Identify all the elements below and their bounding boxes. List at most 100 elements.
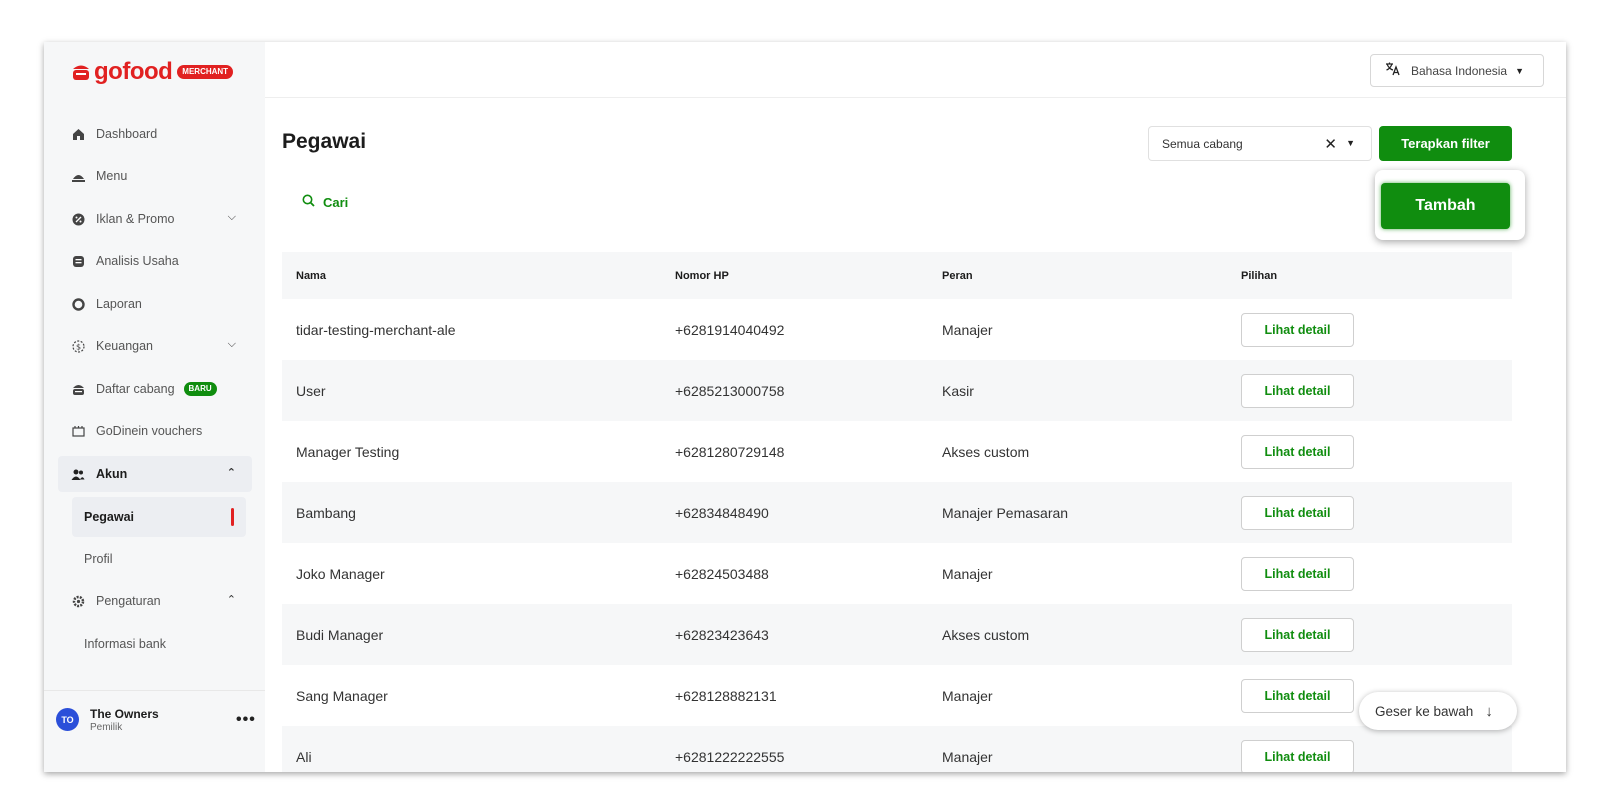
sidebar-item-laporan[interactable]: Laporan [58, 286, 252, 322]
sidebar-item-label: Akun [96, 467, 128, 481]
language-label: Bahasa Indonesia [1411, 63, 1508, 78]
branch-filter-value: Semua cabang [1162, 136, 1243, 151]
employee-name: Ali [296, 748, 312, 765]
sidebar-item-analisis-usaha[interactable]: Analisis Usaha [58, 243, 252, 279]
employee-role: Manajer [942, 321, 993, 338]
gofood-logo[interactable]: gofood MERCHANT [71, 58, 234, 85]
gear-icon [71, 594, 85, 608]
caret-down-icon[interactable]: ▼ [1346, 138, 1355, 148]
view-detail-button[interactable]: Lihat detail [1241, 495, 1354, 530]
search-label: Cari [323, 194, 349, 210]
employee-phone: +6281222222555 [675, 748, 785, 765]
table-row: Sang Manager +628128882131 Manajer Lihat… [282, 665, 1512, 726]
sidebar-subitem-label: Informasi bank [84, 637, 166, 651]
sidebar-item-menu[interactable]: Menu [58, 158, 252, 194]
search-button[interactable]: Cari [302, 194, 348, 210]
employee-name: Joko Manager [296, 565, 385, 582]
sidebar-subitem-profil[interactable]: Profil [72, 539, 246, 579]
view-detail-button[interactable]: Lihat detail [1241, 617, 1354, 652]
brand-name: gofood [94, 58, 173, 85]
more-options-icon[interactable]: ••• [236, 711, 256, 729]
analytics-icon [71, 254, 85, 268]
apply-filter-button[interactable]: Terapkan filter [1379, 126, 1512, 161]
chevron-down-icon: ⌵ [227, 338, 236, 350]
chevron-up-icon: ⌃ [226, 467, 236, 479]
view-detail-button[interactable]: Lihat detail [1241, 434, 1354, 469]
employee-role: Akses custom [942, 626, 1030, 643]
report-icon [71, 297, 85, 311]
table-header: Nama Nomor HP Peran Pilihan [282, 252, 1512, 299]
column-header-peran: Peran [942, 269, 973, 282]
employee-name: Manager Testing [296, 443, 400, 460]
avatar: TO [56, 708, 79, 731]
employee-name: User [296, 382, 326, 399]
table-row: Joko Manager +62824503488 Manajer Lihat … [282, 543, 1512, 604]
table-row: Bambang +62834848490 Manajer Pemasaran L… [282, 482, 1512, 543]
sidebar-item-pengaturan[interactable]: Pengaturan ⌃ [58, 583, 252, 619]
view-detail-button[interactable]: Lihat detail [1241, 556, 1354, 591]
gofood-logo-icon [71, 62, 91, 82]
employee-role: Manajer Pemasaran [942, 504, 1069, 521]
employee-name: tidar-testing-merchant-ale [296, 321, 456, 338]
search-icon [302, 194, 315, 210]
users-icon [71, 467, 85, 481]
table-row: Budi Manager +62823423643 Akses custom L… [282, 604, 1512, 665]
chevron-up-icon: ⌃ [226, 594, 236, 606]
table-row: Ali +6281222222555 Manajer Lihat detail [282, 726, 1512, 772]
sidebar-subitem-pegawai[interactable]: Pegawai [72, 497, 246, 537]
sidebar-item-label: Laporan [96, 297, 142, 311]
language-selector[interactable]: Bahasa Indonesia ▼ [1370, 54, 1544, 87]
sidebar-item-daftar-cabang[interactable]: Daftar cabang BARU [58, 371, 252, 407]
sidebar-item-label: GoDinein vouchers [96, 424, 203, 438]
column-header-nama: Nama [296, 269, 326, 282]
employee-name: Sang Manager [296, 687, 388, 704]
translate-icon [1385, 62, 1401, 79]
view-detail-button[interactable]: Lihat detail [1241, 739, 1354, 772]
caret-down-icon: ▼ [1515, 65, 1524, 76]
employee-phone: +62823423643 [675, 626, 769, 643]
view-detail-button[interactable]: Lihat detail [1241, 373, 1354, 408]
view-detail-button[interactable]: Lihat detail [1241, 678, 1354, 713]
sidebar-item-label: Pengaturan [96, 594, 161, 608]
active-indicator [231, 508, 234, 526]
svg-text:$: $ [75, 342, 80, 351]
employee-phone: +6281280729148 [675, 443, 785, 460]
sidebar-item-akun[interactable]: Akun ⌃ [58, 456, 252, 492]
employee-phone: +6285213000758 [675, 382, 785, 399]
sidebar-item-label: Iklan & Promo [96, 212, 175, 226]
scroll-down-button[interactable]: Geser ke bawah ↓ [1359, 692, 1517, 730]
app-window: gofood MERCHANT Dashboard Menu Iklan & P… [44, 42, 1566, 772]
account-switcher[interactable]: TO The Owners Pemilik ••• [44, 690, 265, 772]
arrow-down-icon: ↓ [1485, 702, 1493, 720]
merchant-badge: MERCHANT [177, 65, 234, 79]
employee-table: Nama Nomor HP Peran Pilihan tidar-testin… [282, 252, 1512, 772]
sidebar-item-label: Daftar cabang [96, 382, 175, 396]
dish-icon [71, 169, 85, 183]
employee-phone: +62824503488 [675, 565, 769, 582]
view-detail-button[interactable]: Lihat detail [1241, 312, 1354, 347]
sidebar-subitem-informasi-bank[interactable]: Informasi bank [72, 624, 246, 664]
sidebar-item-label: Analisis Usaha [96, 254, 179, 268]
employee-role: Akses custom [942, 443, 1030, 460]
sidebar-item-godinein-vouchers[interactable]: GoDinein vouchers [58, 413, 252, 449]
sidebar-item-keuangan[interactable]: $ Keuangan ⌵ [58, 328, 252, 364]
sidebar-subitem-label: Pegawai [84, 510, 135, 524]
add-employee-button[interactable]: Tambah [1381, 183, 1510, 229]
employee-role: Manajer [942, 687, 993, 704]
scroll-hint-label: Geser ke bawah [1375, 703, 1474, 719]
employee-phone: +628128882131 [675, 687, 777, 704]
owner-role: Pemilik [90, 722, 123, 733]
sidebar-item-dashboard[interactable]: Dashboard [58, 116, 252, 152]
clear-icon[interactable]: ✕ [1324, 135, 1337, 153]
branch-filter-select[interactable]: Semua cabang ✕ ▼ [1148, 126, 1372, 161]
sidebar: gofood MERCHANT Dashboard Menu Iklan & P… [44, 42, 265, 772]
employee-name: Budi Manager [296, 626, 384, 643]
home-icon [71, 127, 85, 141]
employee-phone: +6281914040492 [675, 321, 785, 338]
sidebar-item-label: Keuangan [96, 339, 154, 353]
employee-name: Bambang [296, 504, 356, 521]
finance-icon: $ [71, 339, 85, 353]
sidebar-item-iklan-promo[interactable]: Iklan & Promo ⌵ [58, 201, 252, 237]
table-row: Manager Testing +6281280729148 Akses cus… [282, 421, 1512, 482]
chevron-down-icon: ⌵ [227, 211, 236, 223]
